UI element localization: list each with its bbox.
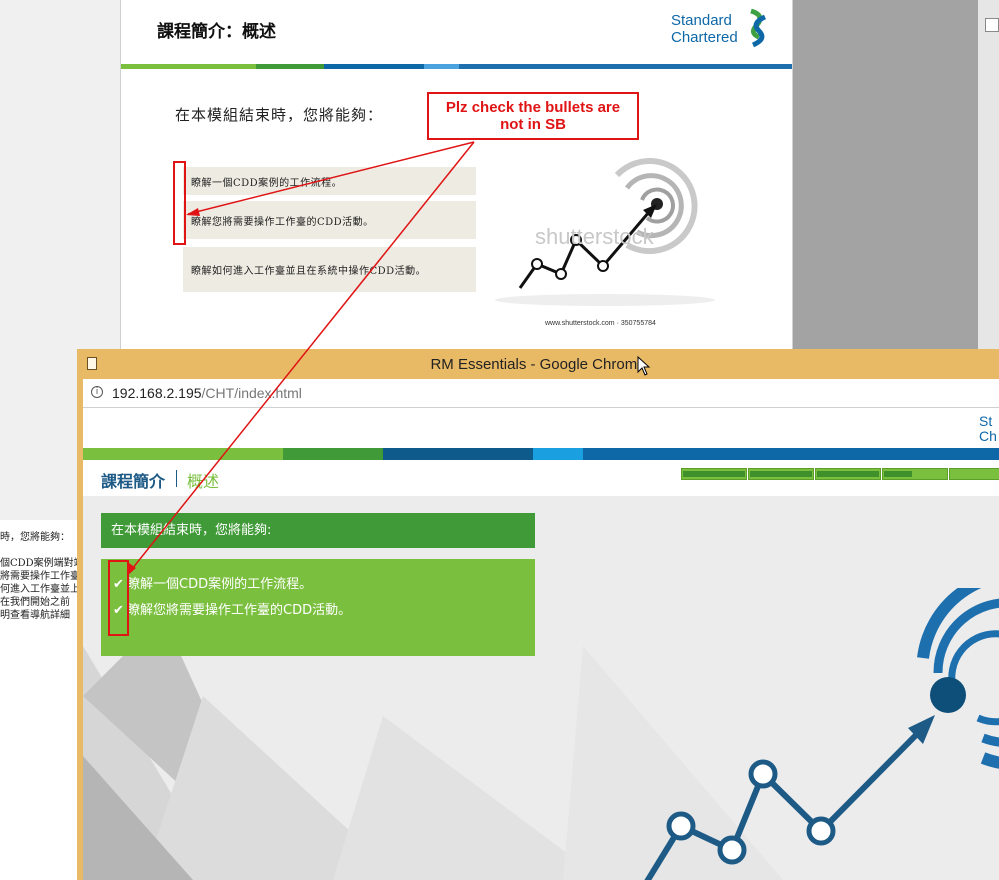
bullet-text: 瞭解一個CDD案例的工作流程。 xyxy=(127,577,313,592)
info-icon[interactable]: i xyxy=(91,386,103,398)
slide-bullet: 瞭解您將需要操作工作臺的CDD活動。 xyxy=(183,201,476,239)
web-page: St Ch 課程簡介 概述 在本模組結束時，您將能夠: ✔ 瞭解一個CDD案例的… xyxy=(83,408,999,880)
logo-line1: Standard xyxy=(671,12,732,29)
target-graphic xyxy=(644,588,999,880)
nav-title: 課程簡介 xyxy=(101,472,166,491)
annotation-highlight-slide xyxy=(173,161,186,245)
page-logo-line1: St xyxy=(979,413,993,429)
progress-segment xyxy=(949,468,999,480)
bullet-text: 瞭解您將需要操作工作臺的CDD活動。 xyxy=(127,603,352,618)
annotation-comment: Plz check the bullets are not in SB xyxy=(427,92,639,140)
page-color-bar xyxy=(83,448,999,460)
url-host: 192.168.2.195 xyxy=(112,385,202,401)
annotation-line2: not in SB xyxy=(500,116,566,133)
objectives-list: ✔ 瞭解一個CDD案例的工作流程。 ✔ 瞭解您將需要操作工作臺的CDD活動。 xyxy=(101,559,535,656)
objectives-heading: 在本模組結束時，您將能夠: xyxy=(101,513,535,548)
checkbox[interactable] xyxy=(985,18,999,32)
window-title-bar[interactable]: RM Essentials - Google Chrome xyxy=(77,349,999,379)
page-logo-line2: Ch xyxy=(979,428,997,444)
mouse-cursor-icon xyxy=(637,356,651,376)
address-bar[interactable]: i 192.168.2.195/CHT/index.html xyxy=(83,379,999,408)
page-logo-text: St Ch xyxy=(979,414,997,444)
progress-segment xyxy=(815,468,881,480)
progress-segment xyxy=(748,468,814,480)
progress-segment xyxy=(882,468,948,480)
background-document-page: 時，您將能夠： 個CDD案例端對端 將需要操作工作臺 何進入工作臺並上 在我們開… xyxy=(0,520,80,880)
shutterstock-target-graphic: shutterstock www.shutterstock.com · 3507… xyxy=(495,158,715,327)
standard-chartered-logo-icon xyxy=(750,8,767,48)
slide-color-bar xyxy=(121,64,792,69)
background-doc-line: 時，您將能夠： xyxy=(0,532,70,543)
chrome-window: RM Essentials - Google Chrome i 192.168.… xyxy=(77,349,999,880)
slide-bullet: 瞭解如何進入工作臺並且在系統中操作CDD活動。 xyxy=(183,247,476,292)
annotation-line1: Plz check the bullets are xyxy=(445,99,621,116)
list-item: ✔ 瞭解一個CDD案例的工作流程。 xyxy=(113,573,312,592)
storyboard-slide: 課程簡介：概述 Standard Chartered 在本模組結束時，您將能夠：… xyxy=(120,0,793,350)
progress-segment xyxy=(681,468,747,480)
list-item: ✔ 瞭解您將需要操作工作臺的CDD活動。 xyxy=(113,599,351,618)
slide-title: 課程簡介：概述 xyxy=(157,22,276,42)
background-doc-line: 明查看導航詳細 xyxy=(0,610,70,621)
image-caption: www.shutterstock.com · 350755784 xyxy=(544,320,656,327)
watermark-text: shutterstock xyxy=(535,224,655,249)
url-text[interactable]: 192.168.2.195/CHT/index.html xyxy=(112,385,302,401)
window-title: RM Essentials - Google Chrome xyxy=(430,356,646,373)
slide-lead-text: 在本模組結束時，您將能夠： xyxy=(175,106,384,124)
slide-bullet: 瞭解一個CDD案例的工作流程。 xyxy=(183,167,476,195)
standard-chartered-logo-text: Standard Chartered xyxy=(671,12,738,46)
logo-line2: Chartered xyxy=(671,29,738,46)
annotation-highlight-page xyxy=(108,560,129,636)
url-path: /CHT/index.html xyxy=(201,385,302,401)
nav-separator xyxy=(176,470,177,487)
nav-subtitle: 概述 xyxy=(187,472,220,491)
progress-bar xyxy=(681,468,999,480)
